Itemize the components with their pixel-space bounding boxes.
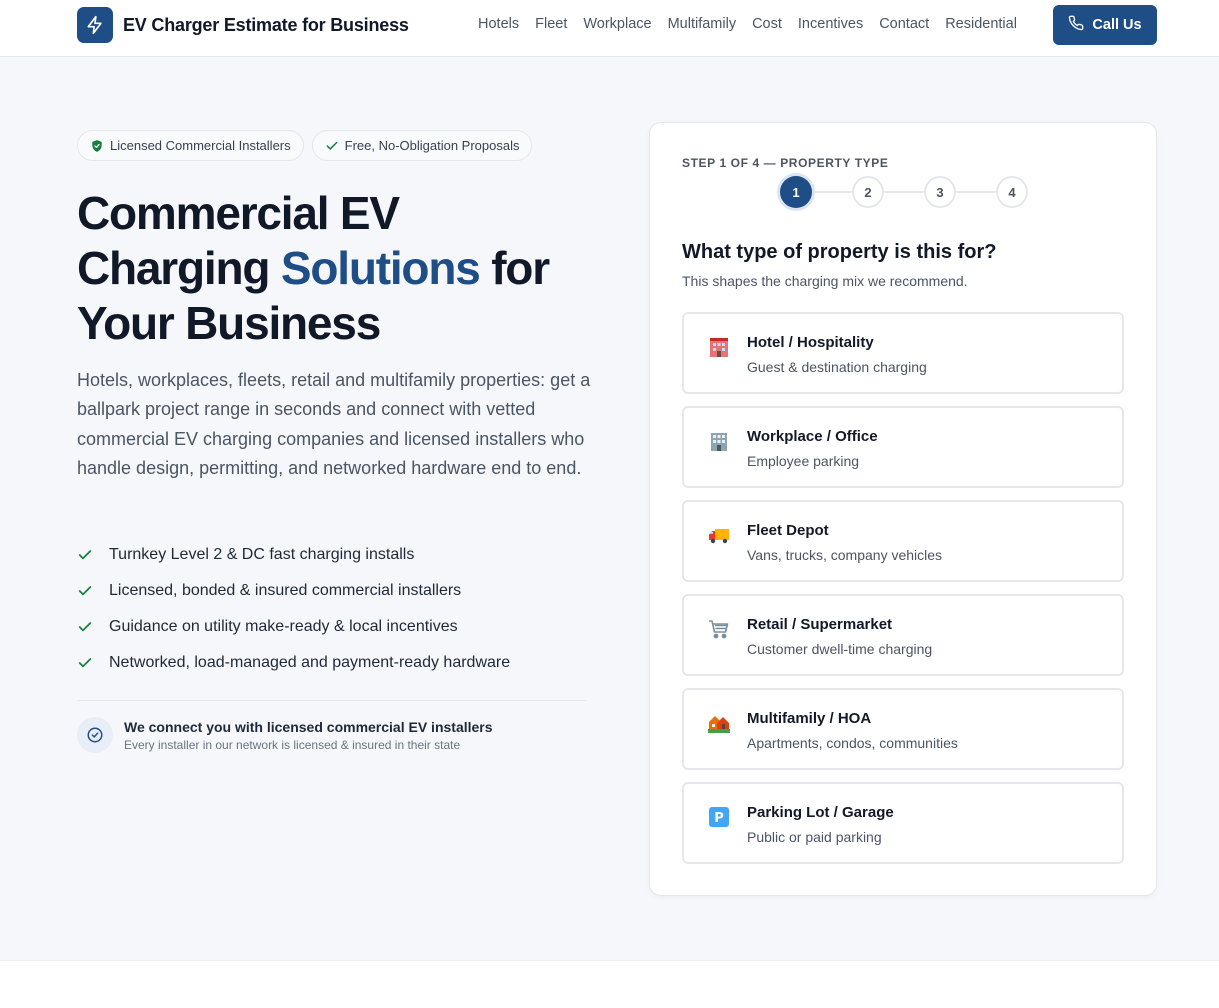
property-type-options: Hotel / Hospitality Guest & destination … (682, 312, 1124, 876)
option-subtitle: Employee parking (747, 453, 860, 469)
call-us-label: Call Us (1092, 17, 1142, 33)
nav-link-fleet[interactable]: Fleet (535, 16, 567, 32)
hero-description: Hotels, workplaces, fleets, retail and m… (77, 370, 591, 478)
check-icon (325, 139, 339, 153)
trust-subtitle: Every installer in our network is licens… (124, 738, 461, 752)
feature-text: Networked, load-managed and payment-read… (109, 654, 511, 671)
option-workplace-office[interactable]: Workplace / Office Employee parking (682, 406, 1124, 488)
feature-item: Guidance on utility make-ready & local i… (77, 609, 510, 645)
parking-icon: P (708, 806, 730, 828)
nav-link-residential[interactable]: Residential (945, 16, 1017, 32)
call-us-button[interactable]: Call Us (1053, 5, 1157, 45)
step-connector (812, 191, 852, 193)
delivery-truck-icon (708, 524, 730, 546)
badge-licensed-label: Licensed Commercial Installers (110, 138, 291, 153)
nav-link-incentives[interactable]: Incentives (798, 16, 863, 32)
badge-free-proposals: Free, No-Obligation Proposals (311, 130, 533, 161)
progress-stepper: 1 2 3 4 (780, 176, 1028, 208)
badge-licensed: Licensed Commercial Installers (77, 130, 304, 161)
option-hotel-hospitality[interactable]: Hotel / Hospitality Guest & destination … (682, 312, 1124, 394)
main-nav: Hotels Fleet Workplace Multifamily Cost … (478, 16, 1033, 32)
option-title: Fleet Depot (747, 522, 829, 539)
option-retail-supermarket[interactable]: Retail / Supermarket Customer dwell-time… (682, 594, 1124, 676)
option-subtitle: Apartments, condos, communities (747, 735, 958, 751)
option-title: Multifamily / HOA (747, 710, 872, 727)
option-subtitle: Public or paid parking (747, 829, 882, 845)
option-title: Parking Lot / Garage (747, 804, 894, 821)
option-subtitle: Vans, trucks, company vehicles (747, 547, 943, 563)
feature-text: Licensed, bonded & insured commercial in… (109, 582, 462, 599)
shopping-cart-icon (708, 618, 730, 640)
option-title: Retail / Supermarket (747, 616, 893, 633)
feature-text: Guidance on utility make-ready & local i… (109, 618, 458, 635)
trust-note: We connect you with licensed commercial … (77, 717, 493, 753)
feature-item: Turnkey Level 2 & DC fast charging insta… (77, 537, 510, 573)
lightning-bolt-icon (77, 7, 113, 43)
trust-badges: Licensed Commercial Installers Free, No-… (77, 130, 540, 161)
nav-link-multifamily[interactable]: Multifamily (668, 16, 736, 32)
check-icon (77, 583, 109, 599)
step-connector (956, 191, 996, 193)
nav-link-contact[interactable]: Contact (879, 16, 929, 32)
question-subtext: This shapes the charging mix we recommen… (682, 273, 968, 289)
nav-link-cost[interactable]: Cost (752, 16, 782, 32)
hero-title-accent: Solutions (280, 242, 481, 294)
estimate-wizard-card: STEP 1 OF 4 — PROPERTY TYPE 1 2 3 4 What… (649, 122, 1157, 896)
option-fleet-depot[interactable]: Fleet Depot Vans, trucks, company vehicl… (682, 500, 1124, 582)
nav-link-hotels[interactable]: Hotels (478, 16, 519, 32)
option-title: Workplace / Office (747, 428, 878, 445)
hotel-icon (708, 336, 730, 358)
office-building-icon (708, 430, 730, 452)
option-parking-lot-garage[interactable]: P Parking Lot / Garage Public or paid pa… (682, 782, 1124, 864)
step-3-indicator: 3 (924, 176, 956, 208)
option-multifamily-hoa[interactable]: Multifamily / HOA Apartments, condos, co… (682, 688, 1124, 770)
brand-name: EV Charger Estimate for Business (123, 14, 409, 35)
step-1-indicator: 1 (780, 176, 812, 208)
check-icon (77, 619, 109, 635)
check-icon (77, 547, 109, 563)
feature-list: Turnkey Level 2 & DC fast charging insta… (77, 537, 510, 681)
nav-link-workplace[interactable]: Workplace (583, 16, 651, 32)
option-subtitle: Customer dwell-time charging (747, 641, 933, 657)
trust-title: We connect you with licensed commercial … (124, 719, 493, 735)
feature-item: Licensed, bonded & insured commercial in… (77, 573, 510, 609)
option-title: Hotel / Hospitality (747, 334, 874, 351)
option-subtitle: Guest & destination charging (747, 359, 927, 375)
feature-item: Networked, load-managed and payment-read… (77, 645, 510, 681)
phone-icon (1068, 15, 1092, 35)
shield-check-icon (90, 139, 104, 153)
check-icon (77, 655, 109, 671)
check-circle-icon (77, 717, 113, 753)
step-label: STEP 1 OF 4 — PROPERTY TYPE (682, 156, 889, 170)
step-connector (884, 191, 924, 193)
badge-free-label: Free, No-Obligation Proposals (344, 138, 520, 153)
feature-text: Turnkey Level 2 & DC fast charging insta… (109, 546, 415, 563)
question-title: What type of property is this for? (682, 241, 997, 263)
houses-icon (708, 712, 730, 734)
top-navbar: EV Charger Estimate for Business Hotels … (0, 0, 1219, 57)
page-footer-edge (0, 960, 1219, 1008)
brand[interactable]: EV Charger Estimate for Business (77, 7, 409, 43)
step-4-indicator: 4 (996, 176, 1028, 208)
svg-text:P: P (714, 811, 724, 826)
step-2-indicator: 2 (852, 176, 884, 208)
section-divider (77, 700, 586, 701)
hero-title: Commercial EV Charging Solutions for You… (77, 186, 597, 351)
